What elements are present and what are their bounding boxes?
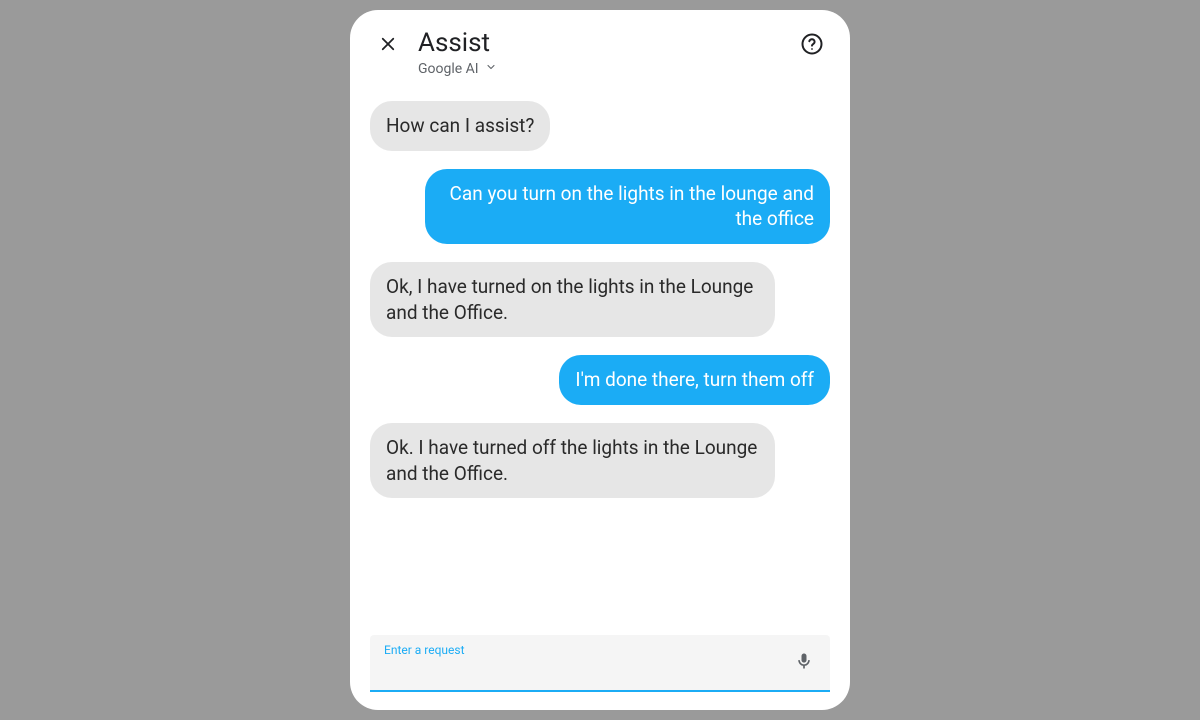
mic-button[interactable] — [790, 649, 818, 677]
assistant-message-bubble: How can I assist? — [370, 101, 550, 151]
provider-label: Google AI — [418, 61, 479, 77]
message-row: Ok, I have turned on the lights in the L… — [370, 262, 830, 337]
chevron-down-icon — [485, 61, 497, 77]
message-row: Ok. I have turned off the lights in the … — [370, 423, 830, 498]
input-field-wrapper: Enter a request — [370, 635, 830, 692]
close-button[interactable] — [374, 32, 402, 60]
input-label: Enter a request — [384, 643, 782, 657]
message-row: Can you turn on the lights in the lounge… — [370, 169, 830, 244]
title-block: Assist Google AI — [418, 28, 782, 77]
help-button[interactable] — [798, 32, 826, 60]
message-row: I'm done there, turn them off — [370, 355, 830, 405]
mic-icon — [794, 651, 814, 675]
user-message-bubble: Can you turn on the lights in the lounge… — [425, 169, 830, 244]
message-row: How can I assist? — [370, 101, 830, 151]
input-area: Enter a request — [350, 625, 850, 710]
close-icon — [379, 35, 397, 57]
help-icon — [800, 32, 824, 60]
provider-select[interactable]: Google AI — [418, 61, 782, 77]
user-message-bubble: I'm done there, turn them off — [559, 355, 830, 405]
assistant-message-bubble: Ok, I have turned on the lights in the L… — [370, 262, 775, 337]
assist-panel: Assist Google AI How can I assist?Can y — [350, 10, 850, 710]
panel-title: Assist — [418, 28, 782, 59]
message-list[interactable]: How can I assist? Can you turn on the lig… — [350, 89, 850, 625]
assistant-message-bubble: Ok. I have turned off the lights in the … — [370, 423, 775, 498]
request-input[interactable] — [384, 660, 782, 680]
panel-header: Assist Google AI — [350, 10, 850, 89]
